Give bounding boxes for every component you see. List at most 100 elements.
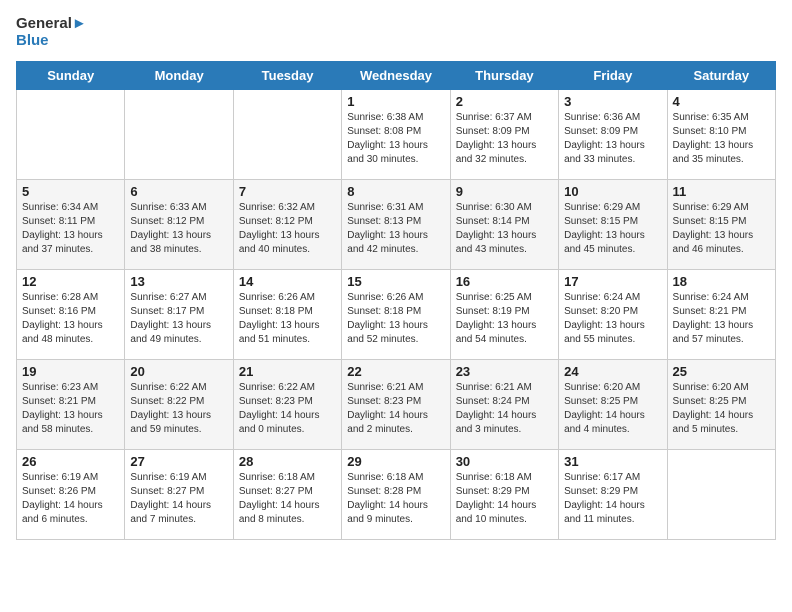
cell-info: Sunrise: 6:34 AM Sunset: 8:11 PM Dayligh…: [22, 201, 119, 257]
cell-info: Sunrise: 6:18 AM Sunset: 8:27 PM Dayligh…: [239, 471, 336, 527]
cell-info: Sunrise: 6:36 AM Sunset: 8:09 PM Dayligh…: [564, 111, 661, 167]
logo-text: General► Blue: [16, 16, 87, 49]
calendar-cell: 24Sunrise: 6:20 AM Sunset: 8:25 PM Dayli…: [559, 360, 667, 450]
day-number: 7: [239, 184, 336, 199]
day-number: 13: [130, 274, 227, 289]
calendar-week-1: 1 Sunrise: 6:38 AM Sunset: 8:08 PM Daylig…: [17, 90, 776, 180]
calendar-cell: 2 Sunrise: 6:37 AM Sunset: 8:09 PM Daylig…: [450, 90, 558, 180]
calendar-cell: 30 Sunrise: 6:18 AM Sunset: 8:29 PM Dayli…: [450, 450, 558, 540]
calendar-cell: 6 Sunrise: 6:33 AM Sunset: 8:12 PM Daylig…: [125, 180, 233, 270]
cell-info: Sunrise: 6:18 AM Sunset: 8:28 PM Dayligh…: [347, 471, 444, 527]
day-number: 18: [673, 274, 770, 289]
cell-info: Sunrise: 6:31 AM Sunset: 8:13 PM Dayligh…: [347, 201, 444, 257]
cell-info: Sunrise: 6:25 AM Sunset: 8:19 PM Dayligh…: [456, 291, 553, 347]
day-number: 29: [347, 454, 444, 469]
day-number: 30: [456, 454, 553, 469]
cell-info: Sunrise: 6:29 AM Sunset: 8:15 PM Dayligh…: [564, 201, 661, 257]
calendar-cell: [233, 90, 341, 180]
day-number: 6: [130, 184, 227, 199]
day-number: 24: [564, 364, 661, 379]
calendar-cell: 18 Sunrise: 6:24 AM Sunset: 8:21 PM Dayli…: [667, 270, 775, 360]
day-number: 21: [239, 364, 336, 379]
calendar-header-row: SundayMondayTuesdayWednesdayThursdayFrid…: [17, 62, 776, 90]
cell-info: Sunrise: 6:17 AM Sunset: 8:29 PM Dayligh…: [564, 471, 661, 527]
day-header-monday: Monday: [125, 62, 233, 90]
header: General► Blue: [16, 16, 776, 49]
cell-info: Sunrise: 6:28 AM Sunset: 8:16 PM Dayligh…: [22, 291, 119, 347]
calendar-week-4: 19Sunrise: 6:23 AM Sunset: 8:21 PM Dayli…: [17, 360, 776, 450]
day-number: 22: [347, 364, 444, 379]
day-number: 23: [456, 364, 553, 379]
calendar-cell: 29 Sunrise: 6:18 AM Sunset: 8:28 PM Dayli…: [342, 450, 450, 540]
calendar-week-5: 26Sunrise: 6:19 AM Sunset: 8:26 PM Dayli…: [17, 450, 776, 540]
calendar-cell: 3 Sunrise: 6:36 AM Sunset: 8:09 PM Daylig…: [559, 90, 667, 180]
cell-info: Sunrise: 6:22 AM Sunset: 8:23 PM Dayligh…: [239, 381, 336, 437]
calendar-table: SundayMondayTuesdayWednesdayThursdayFrid…: [16, 61, 776, 540]
day-header-thursday: Thursday: [450, 62, 558, 90]
calendar-cell: 27 Sunrise: 6:19 AM Sunset: 8:27 PM Dayli…: [125, 450, 233, 540]
calendar-cell: 11 Sunrise: 6:29 AM Sunset: 8:15 PM Dayli…: [667, 180, 775, 270]
calendar-cell: 20Sunrise: 6:22 AM Sunset: 8:22 PM Dayli…: [125, 360, 233, 450]
cell-info: Sunrise: 6:35 AM Sunset: 8:10 PM Dayligh…: [673, 111, 770, 167]
day-number: 1: [347, 94, 444, 109]
day-number: 11: [673, 184, 770, 199]
cell-info: Sunrise: 6:21 AM Sunset: 8:24 PM Dayligh…: [456, 381, 553, 437]
day-number: 2: [456, 94, 553, 109]
day-header-wednesday: Wednesday: [342, 62, 450, 90]
cell-info: Sunrise: 6:27 AM Sunset: 8:17 PM Dayligh…: [130, 291, 227, 347]
calendar-cell: 26Sunrise: 6:19 AM Sunset: 8:26 PM Dayli…: [17, 450, 125, 540]
cell-info: Sunrise: 6:30 AM Sunset: 8:14 PM Dayligh…: [456, 201, 553, 257]
calendar-week-3: 12 Sunrise: 6:28 AM Sunset: 8:16 PM Dayli…: [17, 270, 776, 360]
day-number: 4: [673, 94, 770, 109]
calendar-cell: 7 Sunrise: 6:32 AM Sunset: 8:12 PM Daylig…: [233, 180, 341, 270]
day-header-saturday: Saturday: [667, 62, 775, 90]
cell-info: Sunrise: 6:19 AM Sunset: 8:27 PM Dayligh…: [130, 471, 227, 527]
cell-info: Sunrise: 6:19 AM Sunset: 8:26 PM Dayligh…: [22, 471, 119, 527]
calendar-cell: 28Sunrise: 6:18 AM Sunset: 8:27 PM Dayli…: [233, 450, 341, 540]
calendar-cell: 31 Sunrise: 6:17 AM Sunset: 8:29 PM Dayli…: [559, 450, 667, 540]
calendar-cell: 4 Sunrise: 6:35 AM Sunset: 8:10 PM Daylig…: [667, 90, 775, 180]
calendar-cell: 23 Sunrise: 6:21 AM Sunset: 8:24 PM Dayli…: [450, 360, 558, 450]
cell-info: Sunrise: 6:32 AM Sunset: 8:12 PM Dayligh…: [239, 201, 336, 257]
calendar-cell: 25Sunrise: 6:20 AM Sunset: 8:25 PM Dayli…: [667, 360, 775, 450]
calendar-cell: 21 Sunrise: 6:22 AM Sunset: 8:23 PM Dayli…: [233, 360, 341, 450]
calendar-cell: 22 Sunrise: 6:21 AM Sunset: 8:23 PM Dayli…: [342, 360, 450, 450]
cell-info: Sunrise: 6:38 AM Sunset: 8:08 PM Dayligh…: [347, 111, 444, 167]
day-number: 19: [22, 364, 119, 379]
day-number: 20: [130, 364, 227, 379]
logo-general: General►: [16, 16, 87, 33]
calendar-cell: 9Sunrise: 6:30 AM Sunset: 8:14 PM Daylig…: [450, 180, 558, 270]
day-number: 15: [347, 274, 444, 289]
calendar-cell: 13 Sunrise: 6:27 AM Sunset: 8:17 PM Dayli…: [125, 270, 233, 360]
day-header-tuesday: Tuesday: [233, 62, 341, 90]
cell-info: Sunrise: 6:29 AM Sunset: 8:15 PM Dayligh…: [673, 201, 770, 257]
day-number: 3: [564, 94, 661, 109]
cell-info: Sunrise: 6:24 AM Sunset: 8:21 PM Dayligh…: [673, 291, 770, 347]
day-number: 27: [130, 454, 227, 469]
day-number: 16: [456, 274, 553, 289]
cell-info: Sunrise: 6:21 AM Sunset: 8:23 PM Dayligh…: [347, 381, 444, 437]
day-number: 14: [239, 274, 336, 289]
calendar-cell: 15Sunrise: 6:26 AM Sunset: 8:18 PM Dayli…: [342, 270, 450, 360]
calendar-cell: 19Sunrise: 6:23 AM Sunset: 8:21 PM Dayli…: [17, 360, 125, 450]
day-number: 12: [22, 274, 119, 289]
cell-info: Sunrise: 6:33 AM Sunset: 8:12 PM Dayligh…: [130, 201, 227, 257]
day-number: 8: [347, 184, 444, 199]
day-number: 5: [22, 184, 119, 199]
logo: General► Blue: [16, 16, 87, 49]
cell-info: Sunrise: 6:26 AM Sunset: 8:18 PM Dayligh…: [239, 291, 336, 347]
cell-info: Sunrise: 6:37 AM Sunset: 8:09 PM Dayligh…: [456, 111, 553, 167]
calendar-cell: 5 Sunrise: 6:34 AM Sunset: 8:11 PM Daylig…: [17, 180, 125, 270]
cell-info: Sunrise: 6:24 AM Sunset: 8:20 PM Dayligh…: [564, 291, 661, 347]
calendar-cell: 8 Sunrise: 6:31 AM Sunset: 8:13 PM Daylig…: [342, 180, 450, 270]
calendar-cell: [17, 90, 125, 180]
calendar-cell: 17 Sunrise: 6:24 AM Sunset: 8:20 PM Dayli…: [559, 270, 667, 360]
logo-blue: Blue: [16, 33, 87, 50]
calendar-cell: [667, 450, 775, 540]
day-number: 31: [564, 454, 661, 469]
calendar-cell: 12 Sunrise: 6:28 AM Sunset: 8:16 PM Dayli…: [17, 270, 125, 360]
day-number: 17: [564, 274, 661, 289]
cell-info: Sunrise: 6:18 AM Sunset: 8:29 PM Dayligh…: [456, 471, 553, 527]
calendar-cell: 1 Sunrise: 6:38 AM Sunset: 8:08 PM Daylig…: [342, 90, 450, 180]
calendar-week-2: 5 Sunrise: 6:34 AM Sunset: 8:11 PM Daylig…: [17, 180, 776, 270]
